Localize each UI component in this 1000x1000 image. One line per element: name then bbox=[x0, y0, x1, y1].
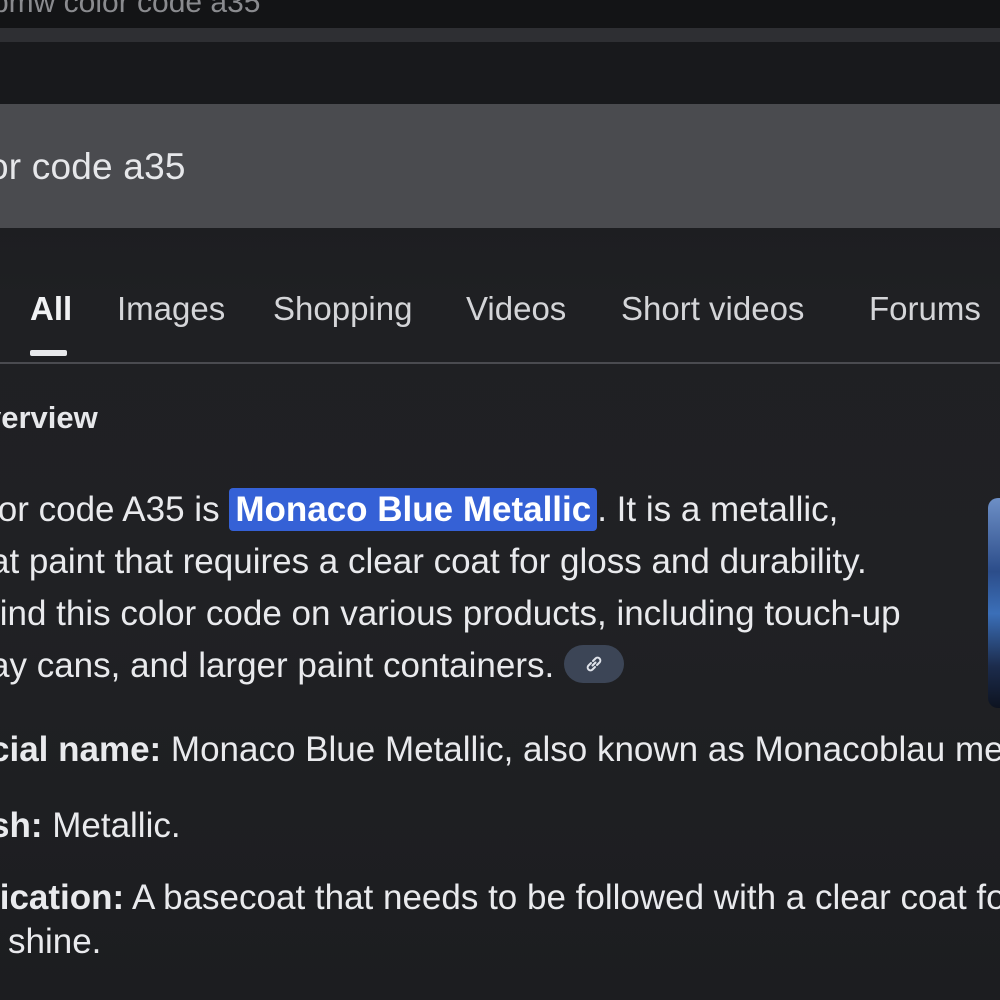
overview-thumbnail-image[interactable] bbox=[988, 498, 1000, 708]
ai-overview-text: lor code A35 is Monaco Blue Metallic. It… bbox=[0, 484, 990, 692]
tab-shopping[interactable]: Shopping bbox=[273, 290, 412, 328]
bullet-text: A basecoat that needs to be followed wit… bbox=[124, 878, 1000, 917]
screen: bmw color code a35 or code a35 All Image… bbox=[0, 0, 1000, 1000]
bullet-finish: sh: Metallic. bbox=[0, 806, 181, 846]
search-tabs: All Images Shopping Videos Short videos … bbox=[0, 290, 1000, 340]
browser-top-strip: bmw color code a35 bbox=[0, 0, 1000, 30]
source-link-button[interactable] bbox=[564, 644, 625, 683]
browser-tab-title[interactable]: bmw color code a35 bbox=[0, 0, 260, 20]
tab-images[interactable]: Images bbox=[117, 290, 225, 328]
tab-videos[interactable]: Videos bbox=[466, 290, 566, 328]
highlighted-answer[interactable]: Monaco Blue Metallic bbox=[229, 488, 598, 531]
overview-line-4: ay cans, and larger paint containers. bbox=[0, 640, 990, 692]
search-query-text[interactable]: or code a35 bbox=[0, 146, 186, 188]
ai-overview-heading: verview bbox=[0, 400, 98, 435]
bullet-text: Monaco Blue Metallic, also known as Mona… bbox=[161, 730, 1000, 769]
browser-toolbar bbox=[0, 28, 1000, 42]
bullet-label: sh: bbox=[0, 806, 43, 845]
overview-line-1-start: lor code A35 is bbox=[0, 490, 230, 529]
overview-line-1: lor code A35 is Monaco Blue Metallic. It… bbox=[0, 484, 990, 536]
bullet-text: Metallic. bbox=[42, 806, 181, 845]
tabs-divider bbox=[0, 362, 1000, 364]
bullet-application-continued: shine. bbox=[8, 922, 101, 962]
bullet-application: lication: A basecoat that needs to be fo… bbox=[0, 878, 1000, 918]
active-tab-indicator bbox=[30, 350, 67, 356]
header-bar bbox=[0, 42, 1000, 104]
overview-line-4-text: ay cans, and larger paint containers. bbox=[0, 646, 555, 685]
bullet-text: shine. bbox=[8, 922, 102, 961]
tab-all[interactable]: All bbox=[30, 290, 72, 328]
link-icon bbox=[586, 656, 602, 672]
tab-short-videos[interactable]: Short videos bbox=[621, 290, 804, 328]
bullet-official-name: cial name: Monaco Blue Metallic, also kn… bbox=[0, 730, 1000, 770]
overview-line-3: find this color code on various products… bbox=[0, 594, 901, 633]
overview-line-1-end: . It is a metallic, bbox=[597, 490, 839, 529]
tab-forums[interactable]: Forums bbox=[869, 290, 981, 328]
bullet-label: cial name: bbox=[0, 730, 162, 769]
overview-line-2: at paint that requires a clear coat for … bbox=[0, 542, 867, 581]
bullet-label: lication: bbox=[0, 878, 125, 917]
